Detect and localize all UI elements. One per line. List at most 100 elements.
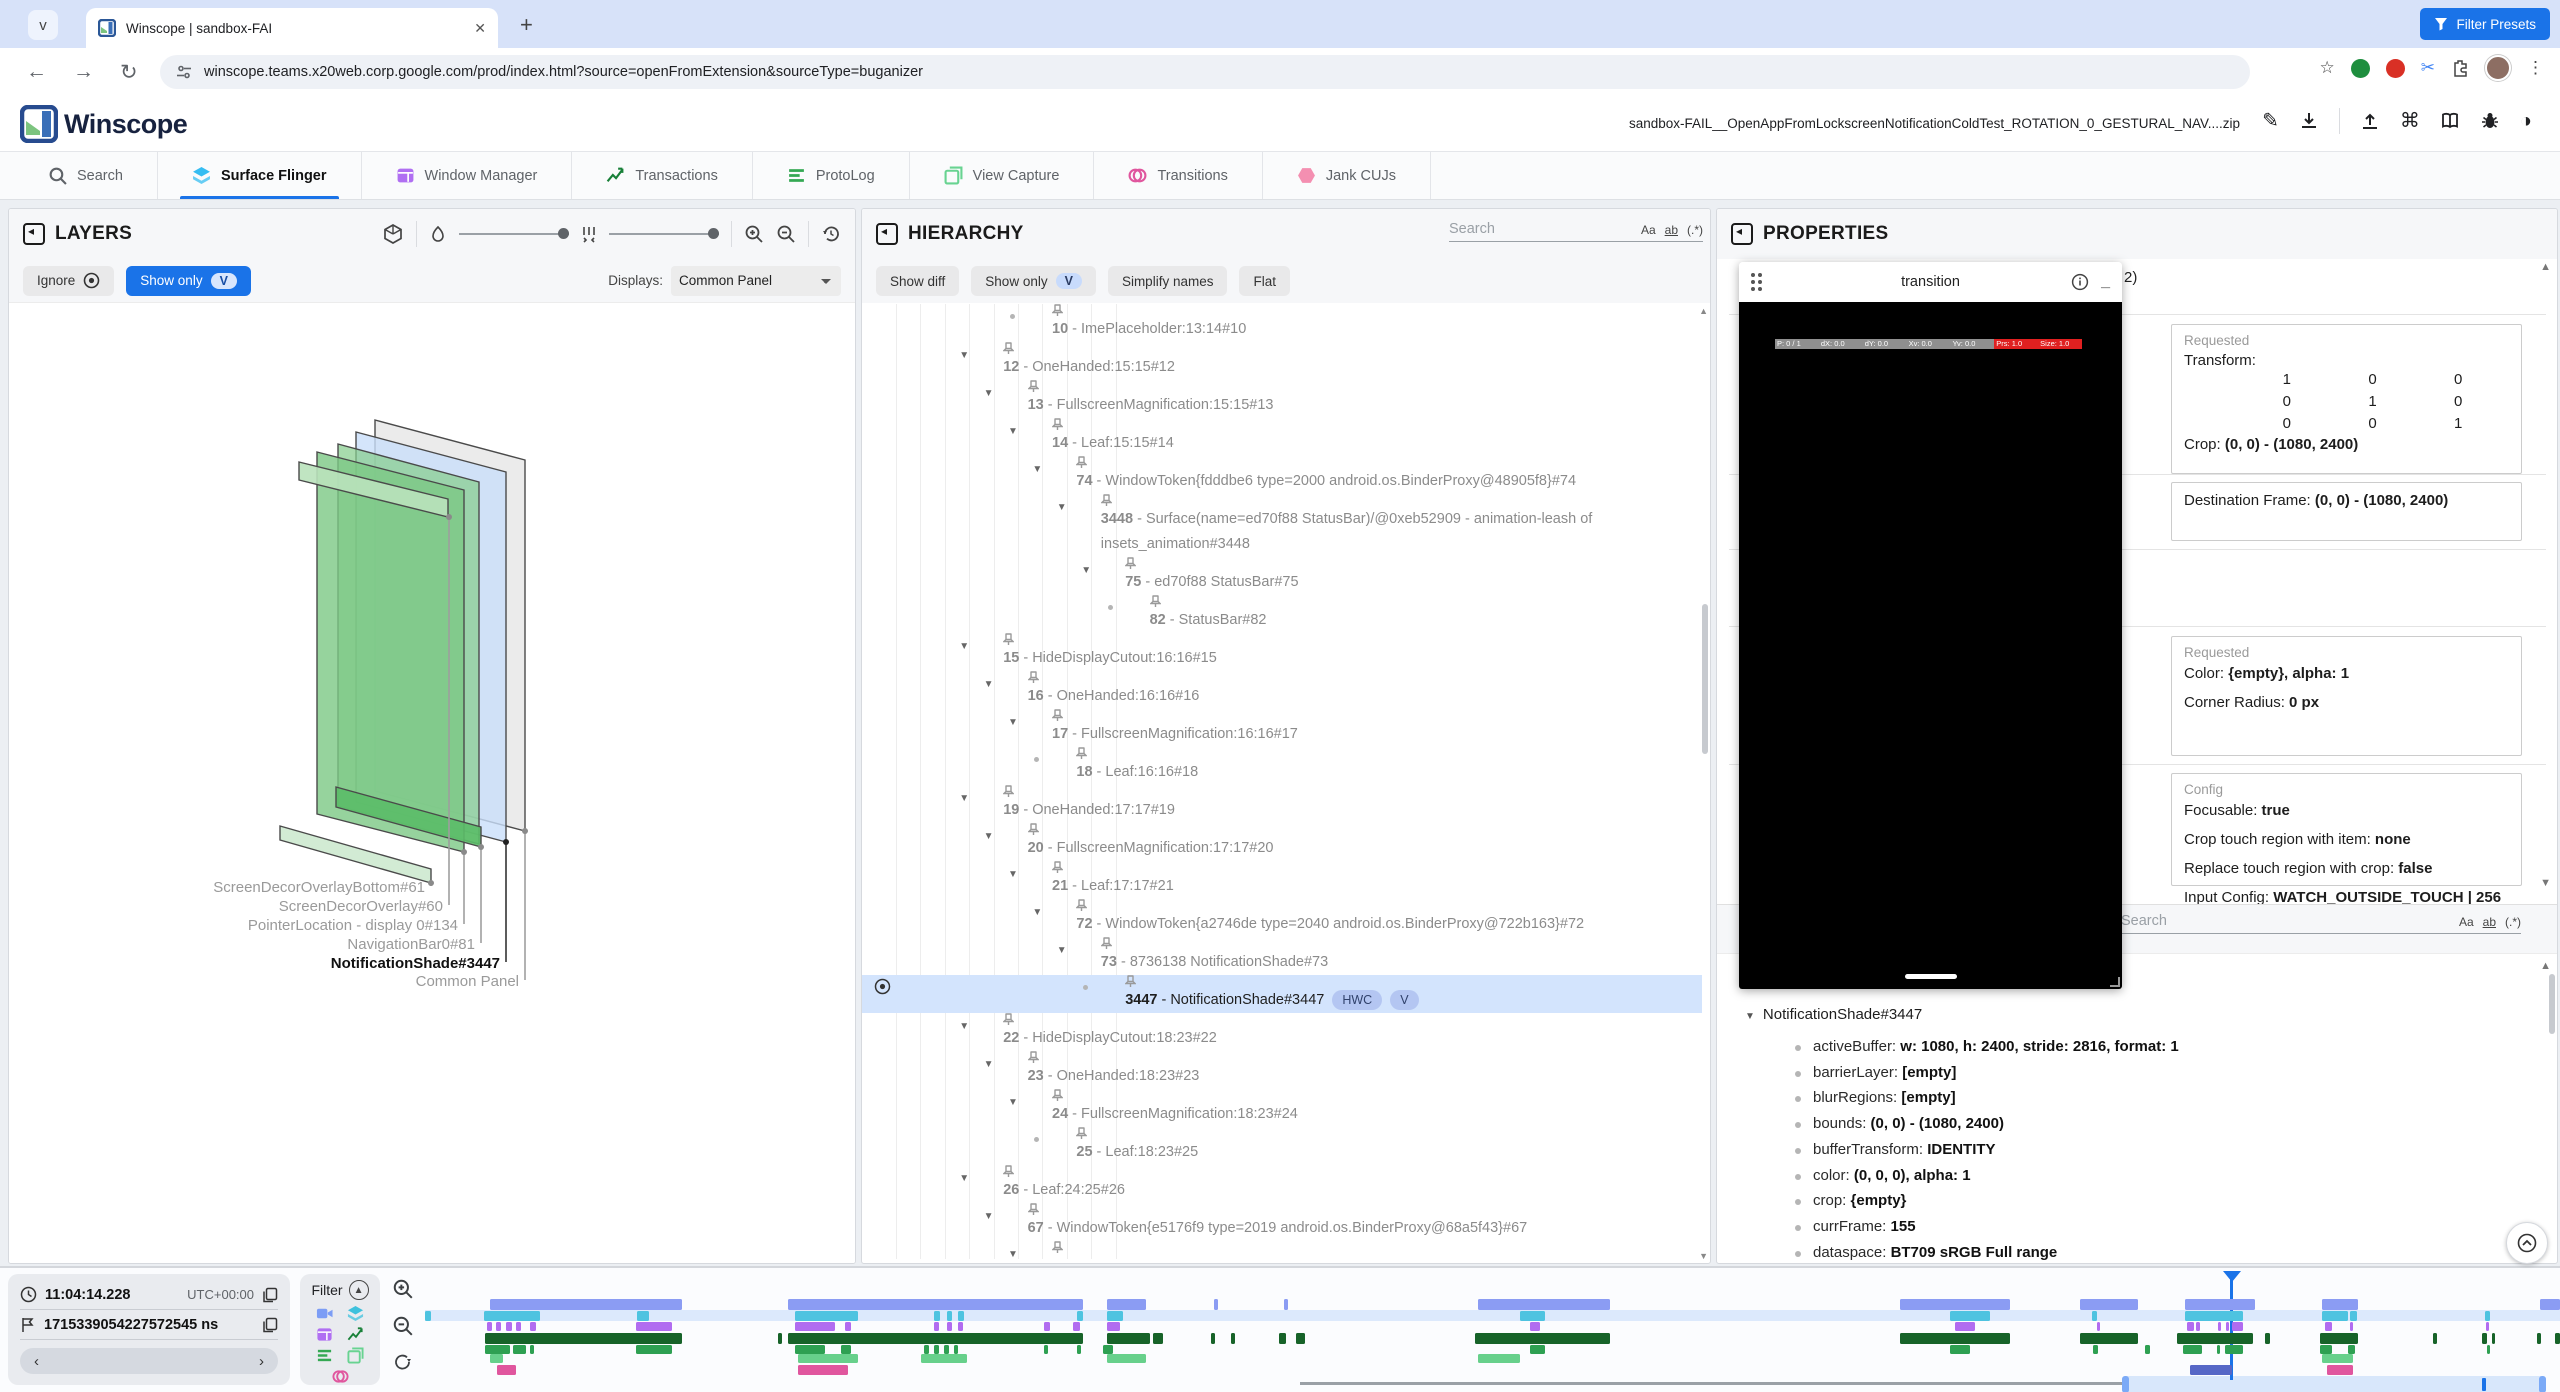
tree-row-23[interactable]: ▼ 23 - OneHanded:18:23#23	[862, 1051, 1702, 1089]
show-only-button[interactable]: Show onlyV	[971, 266, 1096, 296]
segment-screen-recording[interactable]	[1900, 1299, 2010, 1310]
tab-window-manager[interactable]: Window Manager	[362, 152, 573, 199]
pin-icon[interactable]	[1052, 304, 1688, 317]
tree-row-3448[interactable]: ▼ 3448 - Surface(name=ed70f88 StatusBar)…	[862, 494, 1702, 557]
segment-view-capture[interactable]	[921, 1354, 967, 1363]
property-item[interactable]: currFrame: 155	[1813, 1218, 1916, 1235]
tab-search[interactable]: Search	[14, 152, 158, 199]
filter-presets-button[interactable]: Filter Presets	[2420, 8, 2550, 40]
pin-icon[interactable]	[1028, 823, 1688, 836]
expand-arrow-icon[interactable]: ▼	[1057, 938, 1067, 963]
expand-arrow-icon[interactable]: ▼	[984, 824, 994, 849]
segment-transactions[interactable]	[788, 1333, 1083, 1344]
edit-icon[interactable]: ✎	[2262, 111, 2279, 131]
segment-transactions[interactable]	[778, 1333, 782, 1344]
rotation-slider[interactable]	[459, 233, 569, 235]
segment-protolog[interactable]	[1950, 1345, 1970, 1354]
pin-icon[interactable]	[1028, 671, 1688, 684]
expand-arrow-icon[interactable]: ▼	[959, 343, 969, 368]
segment-window-manager[interactable]	[2196, 1322, 2200, 1331]
segment-window-manager[interactable]	[2218, 1322, 2221, 1331]
flat-button[interactable]: Flat	[1239, 266, 1290, 296]
show-diff-button[interactable]: Show diff	[876, 266, 959, 296]
scroll-up-icon[interactable]: ▲	[2540, 960, 2551, 972]
tab-view-capture[interactable]: View Capture	[910, 152, 1095, 199]
layer-label[interactable]: ScreenDecorOverlay#60	[279, 898, 443, 915]
avatar[interactable]	[2485, 55, 2511, 81]
segment-protolog[interactable]	[841, 1345, 851, 1354]
segment-transactions[interactable]	[2320, 1333, 2358, 1344]
tree-row-72[interactable]: ▼ 72 - WindowToken{a2746de type=2040 and…	[862, 899, 1702, 937]
expand-arrow-icon[interactable]: ▼	[1008, 1090, 1018, 1115]
segment-screen-recording[interactable]	[1284, 1299, 1288, 1310]
segment-protolog[interactable]	[954, 1345, 958, 1354]
segment-window-manager[interactable]	[1073, 1322, 1080, 1331]
pin-icon[interactable]	[1003, 1013, 1688, 1026]
tree-row-82[interactable]: 82 - StatusBar#82	[862, 595, 1702, 633]
tree-row-73[interactable]: ▼ 73 - 8736138 NotificationShade#73	[862, 937, 1702, 975]
tree-row-74[interactable]: ▼ 74 - WindowToken{fdddbe6 type=2000 and…	[862, 456, 1702, 494]
segment-surface-flinger[interactable]	[484, 1311, 540, 1321]
collapse-panel-icon[interactable]	[23, 223, 45, 245]
segment-surface-flinger[interactable]	[2485, 1311, 2490, 1321]
expand-arrow-icon[interactable]: ▼	[959, 1014, 969, 1039]
expand-arrow-icon[interactable]: ▼	[984, 1204, 994, 1229]
segment-surface-flinger[interactable]	[958, 1311, 964, 1321]
search-mod-2[interactable]: (.*)	[1687, 223, 1703, 237]
tab-jank-cujs[interactable]: Jank CUJs	[1263, 152, 1431, 199]
segment-surface-flinger[interactable]	[637, 1311, 649, 1321]
search-mod-0[interactable]: Aa	[2459, 915, 2474, 929]
expand-arrow-icon[interactable]: ▼	[1032, 457, 1042, 482]
segment-window-manager[interactable]	[2187, 1322, 2194, 1331]
segment-view-capture[interactable]	[1478, 1354, 1520, 1363]
url-bar[interactable]: winscope.teams.x20web.corp.google.com/pr…	[160, 55, 2250, 89]
tree-row-19[interactable]: ▼ 19 - OneHanded:17:17#19	[862, 785, 1702, 823]
new-tab-button[interactable]: +	[520, 12, 533, 38]
pin-icon[interactable]	[1028, 1203, 1688, 1216]
layer-label[interactable]: NavigationBar0#81	[347, 936, 475, 953]
segment-transitions[interactable]	[497, 1365, 516, 1375]
pin-icon[interactable]	[1003, 633, 1688, 646]
pin-icon[interactable]	[1101, 494, 1688, 507]
tree-row-24[interactable]: ▼ 24 - FullscreenMagnification:18:23#24	[862, 1089, 1702, 1127]
segment-transactions[interactable]	[2080, 1333, 2138, 1344]
segment-screen-recording[interactable]	[2080, 1299, 2138, 1310]
segment-surface-flinger[interactable]	[2185, 1311, 2243, 1321]
segment-surface-flinger[interactable]	[947, 1311, 952, 1321]
download-icon[interactable]	[2299, 111, 2319, 131]
selector-right-handle[interactable]	[2539, 1376, 2546, 1392]
segment-protolog[interactable]	[485, 1345, 510, 1354]
segment-surface-flinger[interactable]	[2322, 1311, 2348, 1321]
segment-transactions[interactable]	[2492, 1333, 2495, 1344]
segment-protolog[interactable]	[2487, 1345, 2490, 1354]
segment-transactions[interactable]	[2537, 1333, 2541, 1344]
segment-window-manager[interactable]	[2350, 1322, 2353, 1331]
tree-row-13[interactable]: ▼ 13 - FullscreenMagnification:15:15#13	[862, 380, 1702, 418]
tree-row-75[interactable]: ▼ 75 - ed70f88 StatusBar#75	[862, 557, 1702, 595]
segment-surface-flinger[interactable]	[1107, 1311, 1123, 1321]
segment-transactions[interactable]	[1211, 1333, 1215, 1344]
segment-protolog[interactable]	[1077, 1345, 1081, 1354]
pin-icon[interactable]	[1076, 456, 1688, 469]
segment-protolog[interactable]	[934, 1345, 939, 1354]
expand-arrow-icon[interactable]: ▼	[1032, 900, 1042, 925]
hierarchy-scrollbar[interactable]: ▲▼	[1700, 304, 1710, 1263]
overlay-titlebar[interactable]: transition _	[1739, 262, 2122, 302]
segment-protolog[interactable]	[944, 1345, 949, 1354]
segment-surface-flinger[interactable]	[795, 1311, 858, 1321]
segment-window-manager[interactable]	[934, 1322, 939, 1331]
docs-book-icon[interactable]	[2440, 111, 2460, 131]
segment-screen-recording[interactable]	[490, 1299, 682, 1310]
segment-protolog[interactable]	[924, 1345, 929, 1354]
layer-label[interactable]: Common Panel	[416, 973, 519, 990]
cursor-handle[interactable]	[2223, 1271, 2241, 1291]
tree-row-3447[interactable]: 3447 - NotificationShade#3447HWCV	[862, 975, 1702, 1013]
search-mod-0[interactable]: Aa	[1641, 223, 1656, 237]
segment-protolog[interactable]	[1530, 1345, 1545, 1354]
segment-transactions[interactable]	[2177, 1333, 2253, 1344]
search-modifiers[interactable]: Aaab(.*)	[2459, 915, 2521, 929]
pin-icon[interactable]	[1076, 1127, 1688, 1140]
segment-transactions[interactable]	[2482, 1333, 2487, 1344]
segment-surface-flinger[interactable]	[2092, 1311, 2097, 1321]
shortcuts-icon[interactable]: ⌘	[2400, 111, 2420, 131]
